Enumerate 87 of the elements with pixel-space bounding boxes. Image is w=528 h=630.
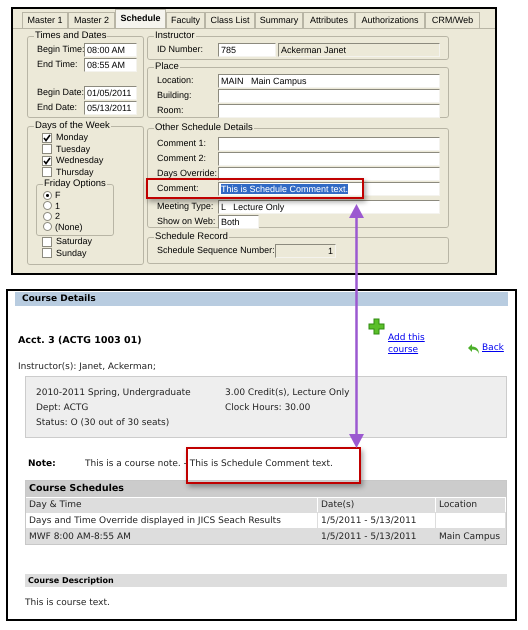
radio-label: 2 [55, 211, 60, 222]
tab[interactable]: CRM/Web [425, 12, 480, 28]
checkbox-label: Wednesday [56, 154, 104, 167]
table-title: Course Schedules [26, 481, 506, 497]
checkbox[interactable] [42, 236, 52, 247]
field-label: Comment: [156, 182, 200, 195]
text-field[interactable] [218, 88, 440, 102]
tab[interactable]: Master 2 [68, 12, 115, 28]
description-text: This is course text. [24, 597, 111, 610]
text-field[interactable]: MAIN Main Campus [218, 74, 440, 88]
field-label: Room: [156, 104, 185, 117]
radio-button[interactable] [43, 212, 52, 221]
field-label: Comment 2: [156, 152, 208, 165]
checkbox[interactable] [42, 248, 52, 258]
tab[interactable]: Class List [205, 12, 255, 28]
checkbox-label: Tuesday [56, 142, 90, 156]
checkbox-label: Monday [56, 131, 88, 144]
return-arrow-icon [467, 342, 480, 355]
text-field[interactable] [218, 104, 440, 118]
radio-label: (None) [55, 222, 83, 232]
field-label: Days Override: [156, 166, 218, 180]
checkbox[interactable] [42, 144, 52, 154]
checkbox[interactable] [42, 167, 52, 178]
text-field[interactable]: This is Schedule Comment text. [218, 182, 440, 196]
note-label: Note: [28, 458, 57, 470]
field-label: Schedule Sequence Number: [156, 244, 275, 257]
text-field[interactable]: 08:00 AM [84, 42, 137, 56]
info-text: 3.00 Credit(s), Lecture Only [225, 387, 350, 399]
section-header: Course Details [15, 292, 508, 306]
field-label: Comment 1: [156, 136, 208, 150]
group-title: Times and Dates [34, 30, 108, 42]
radio-label: 1 [55, 200, 60, 211]
instructor-text: Instructor(s): Janet, Ackerman; [17, 361, 157, 373]
add-course-link[interactable]: Add this course [368, 318, 443, 356]
checkbox[interactable] [42, 132, 52, 143]
field-label: Show on Web: [156, 214, 216, 228]
tab[interactable]: Summary [255, 12, 303, 28]
text-field[interactable]: 785 [218, 42, 276, 56]
info-text: Dept: ACTG [36, 402, 90, 414]
text-field[interactable]: 01/05/2011 [84, 86, 137, 100]
radio-button[interactable] [43, 201, 52, 210]
text-field[interactable]: 05/13/2011 [84, 100, 137, 114]
text-field[interactable]: L Lecture Only [218, 200, 440, 214]
field-label: Building: [156, 88, 193, 102]
group-title: Schedule Record [154, 231, 229, 243]
field-label: Location: [156, 74, 195, 87]
text-field[interactable] [218, 166, 440, 180]
back-link[interactable]: Back [467, 342, 504, 356]
text-field[interactable]: 08:55 AM [84, 58, 137, 72]
checkbox-label: Saturday [56, 235, 92, 248]
checkbox[interactable] [42, 156, 52, 166]
section-header: Course Description [25, 574, 507, 587]
text-field[interactable] [218, 152, 440, 166]
field-label: Meeting Type: [156, 200, 214, 213]
group-title: Instructor [154, 30, 196, 42]
tab[interactable]: Faculty [166, 12, 205, 28]
tab[interactable]: Schedule [115, 9, 166, 28]
table-cell: 1/5/2011 - 5/13/2011 [318, 529, 436, 544]
text-field[interactable]: 1 [275, 244, 336, 258]
tab[interactable]: Attributes [303, 12, 355, 28]
text-field[interactable]: Ackerman Janet [278, 42, 440, 56]
selected-text: This is Schedule Comment text. [221, 184, 348, 194]
text-field[interactable]: Both [218, 214, 259, 228]
field-label: Begin Time: [36, 42, 84, 56]
field-label: End Time: [36, 58, 79, 71]
checkbox-label: Sunday [56, 246, 87, 260]
tab[interactable]: Authorizations [355, 12, 425, 28]
radio-button[interactable] [43, 190, 52, 200]
field-label: Begin Date: [36, 86, 84, 99]
table-cell: Main Campus [436, 529, 506, 544]
table-cell: MWF 8:00 AM-8:55 AM [26, 529, 318, 544]
group-title: Friday Options [43, 178, 107, 190]
plus-icon [368, 318, 385, 335]
group-title: Days of the Week [34, 120, 111, 132]
course-title: Acct. 3 (ACTG 1003 01) [17, 334, 143, 348]
field-label: End Date: [36, 100, 78, 114]
field-label: ID Number: [156, 42, 204, 56]
group-title: Other Schedule Details [154, 122, 254, 134]
group-title: Place [154, 61, 180, 73]
radio-label: F [55, 190, 60, 200]
checkbox-label: Thursday [56, 166, 94, 179]
text-field[interactable] [218, 136, 440, 150]
info-text: Status: O (30 out of 30 seats) [36, 417, 170, 429]
info-text: 2010-2011 Spring, Undergraduate [36, 387, 192, 399]
radio-button[interactable] [43, 222, 52, 232]
tab[interactable]: Master 1 [22, 12, 68, 28]
info-text: Clock Hours: 30.00 [225, 402, 312, 414]
